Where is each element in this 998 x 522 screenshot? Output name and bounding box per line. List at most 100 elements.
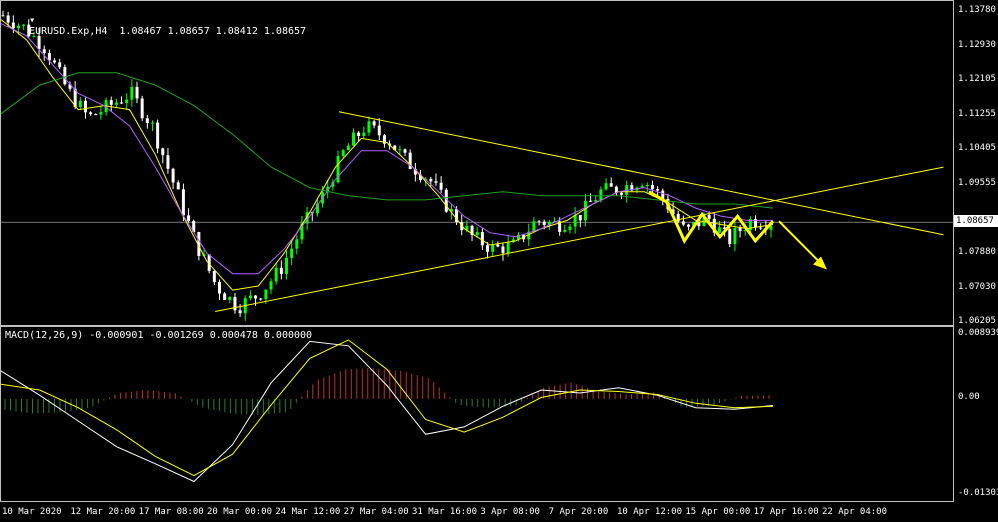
- time-axis-label: 3 Apr 08:00: [480, 507, 540, 517]
- price-axis-label: 1.13780: [958, 5, 996, 16]
- candle-body: [351, 132, 355, 146]
- candle-body: [733, 227, 737, 244]
- candle-body: [486, 245, 490, 252]
- candle-body: [125, 99, 129, 104]
- macd-axis-label: -0.013037: [958, 488, 998, 498]
- candle-body: [594, 200, 598, 202]
- signal-line: [1, 339, 774, 477]
- candle-body: [254, 295, 258, 299]
- candle-body: [403, 149, 407, 153]
- candle-body: [295, 239, 299, 249]
- candle-body: [506, 242, 510, 254]
- candle-body: [264, 289, 268, 300]
- price-axis-label: 1.12930: [958, 39, 996, 50]
- candle-body: [78, 100, 82, 108]
- candle-body: [238, 310, 242, 314]
- candle-body: [645, 184, 649, 187]
- candle-body: [357, 132, 361, 137]
- symbol-title: ▾ EURUSD.Exp,H4 1.08467 1.08657 1.08412 …: [5, 4, 306, 48]
- candle-body: [279, 267, 283, 274]
- candle-body: [140, 98, 144, 119]
- candle-body: [738, 227, 742, 232]
- candle-body: [434, 181, 438, 183]
- candle-body: [620, 192, 624, 195]
- candle-body: [284, 257, 288, 274]
- candle-body: [589, 200, 593, 202]
- candle-body: [176, 182, 180, 190]
- candle-body: [367, 121, 371, 133]
- price-axis-label: 1.06205: [958, 315, 996, 326]
- price-axis-label: 1.11255: [958, 108, 996, 119]
- candle-body: [187, 215, 191, 221]
- macd-axis-label: 0.00: [958, 391, 980, 402]
- macd-axis-label: 0.008939: [958, 328, 998, 338]
- candle-body: [290, 248, 294, 258]
- candle-body: [217, 281, 221, 294]
- candle-body: [583, 200, 587, 221]
- candle-body: [223, 293, 227, 300]
- candle-body: [578, 215, 582, 221]
- candle-body: [362, 132, 366, 137]
- menu-triangle-icon[interactable]: ▾: [29, 15, 35, 26]
- candle-body: [372, 121, 376, 126]
- candle-body: [130, 86, 134, 100]
- candle-body: [42, 49, 46, 54]
- macd-chart-svg: [1, 339, 774, 483]
- candle-body: [63, 67, 67, 85]
- price-chart-svg: [1, 10, 953, 321]
- time-axis-label: 15 Apr 00:00: [685, 507, 751, 517]
- candle-body: [171, 168, 175, 183]
- lower-trendline: [215, 166, 944, 312]
- time-axis-label: 7 Apr 20:00: [548, 507, 609, 517]
- candle-body: [759, 227, 763, 229]
- candle-body: [58, 62, 62, 68]
- candle-body: [542, 221, 546, 226]
- price-axis-label: 1.10405: [958, 143, 996, 154]
- candle-body: [377, 125, 381, 136]
- candle-body: [346, 145, 350, 151]
- candle-body: [687, 224, 691, 227]
- time-axis-label: 10 Mar 2020: [2, 507, 62, 517]
- time-axis-label: 10 Apr 12:00: [617, 507, 683, 517]
- time-axis-label: 12 Mar 20:00: [70, 507, 136, 517]
- candle-body: [161, 148, 165, 156]
- price-axis-label: 1.07030: [958, 281, 996, 292]
- time-axis-label: 22 Apr 04:00: [822, 507, 888, 517]
- time-axis-label: 31 Mar 16:00: [412, 507, 478, 517]
- candle-body: [181, 189, 185, 216]
- candle-body: [150, 122, 154, 124]
- price-axis-label: 1.07880: [958, 247, 996, 258]
- candle-body: [135, 86, 139, 99]
- price-axis-label: 1.08657: [954, 215, 998, 228]
- candle-body: [599, 189, 603, 201]
- candle-body: [114, 102, 118, 105]
- candle-body: [166, 155, 170, 169]
- price-axis-label: 1.12105: [958, 73, 996, 84]
- candle-body: [573, 215, 577, 227]
- candle-body: [99, 112, 103, 115]
- candle-body: [120, 102, 124, 104]
- candle-body: [259, 298, 263, 300]
- upper-trendline: [338, 111, 944, 236]
- candle-body: [156, 122, 160, 149]
- candle-body: [656, 189, 660, 191]
- price-chart-panel[interactable]: ▾ EURUSD.Exp,H4 1.08467 1.08657 1.08412 …: [0, 0, 954, 326]
- candle-body: [717, 227, 721, 233]
- candle-body: [439, 182, 443, 190]
- candle-body: [398, 149, 402, 151]
- candle-body: [650, 184, 654, 190]
- ma-fast-line: [1, 19, 774, 291]
- candle-body: [707, 214, 711, 219]
- candle-body: [496, 244, 500, 247]
- candle-body: [83, 100, 87, 113]
- candle-body: [94, 114, 98, 116]
- macd-panel[interactable]: MACD(12,26,9) -0.000901 -0.001269 0.0004…: [0, 326, 954, 502]
- candle-body: [491, 244, 495, 252]
- candle-body: [53, 60, 57, 63]
- candle-body: [609, 183, 613, 187]
- candle-body: [109, 100, 113, 105]
- candle-body: [604, 183, 608, 190]
- candle-body: [233, 296, 237, 311]
- candle-body: [248, 295, 252, 299]
- candle-body: [681, 221, 685, 225]
